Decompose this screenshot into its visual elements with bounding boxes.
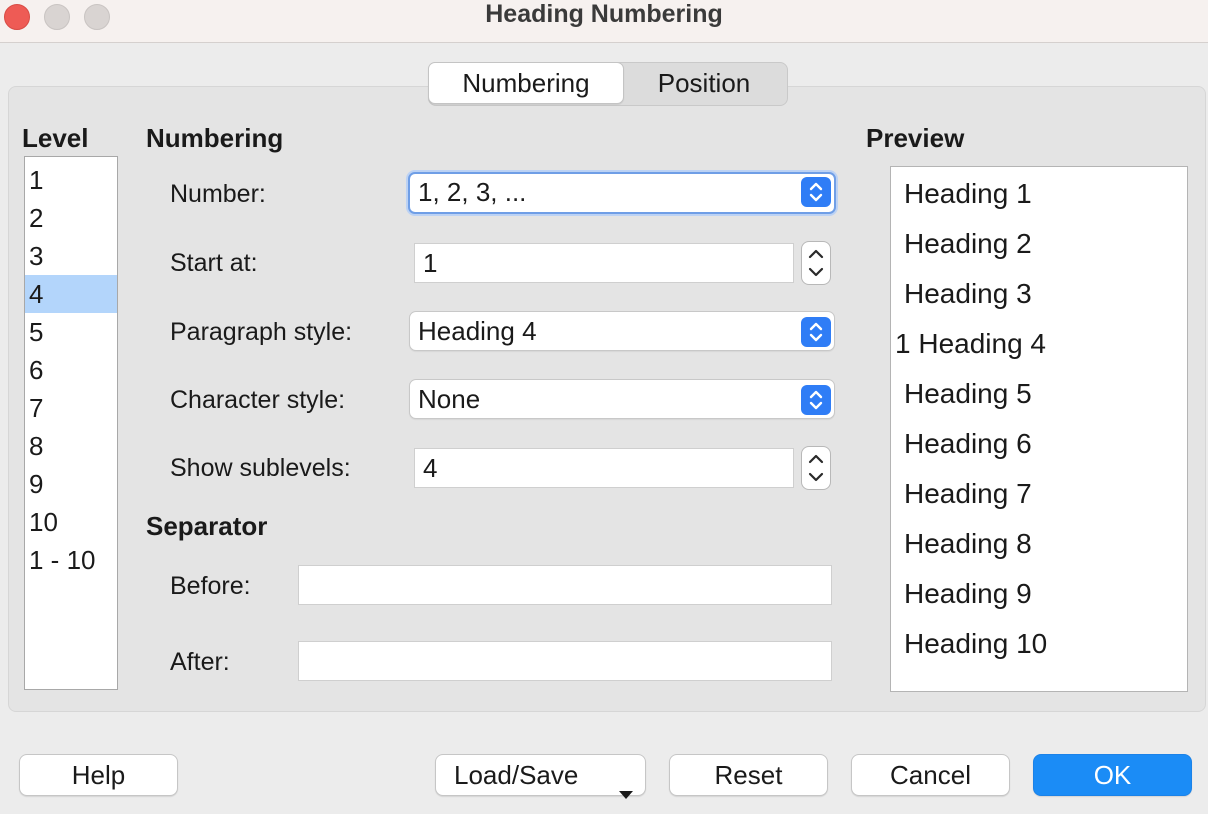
number-select[interactable]: 1, 2, 3, ... <box>408 172 836 214</box>
level-item-2[interactable]: 2 <box>25 199 117 237</box>
number-select-value: 1, 2, 3, ... <box>418 177 527 207</box>
level-item-4[interactable]: 4 <box>25 275 117 313</box>
preview-item: 1 Heading 4 <box>895 328 1047 359</box>
preview-item: Heading 10 <box>904 628 1048 659</box>
after-input[interactable] <box>298 641 832 681</box>
paragraph-style-label: Paragraph style: <box>170 318 353 346</box>
level-item-all[interactable]: 1 - 10 <box>25 541 117 579</box>
tab-position[interactable]: Position <box>624 63 784 105</box>
level-item-9[interactable]: 9 <box>25 465 117 503</box>
preview-item: Heading 9 <box>904 578 1032 609</box>
number-label: Number: <box>170 180 266 208</box>
level-item-7[interactable]: 7 <box>25 389 117 427</box>
tab-numbering[interactable]: Numbering <box>428 62 624 104</box>
level-item-1[interactable]: 1 <box>25 161 117 199</box>
ok-button[interactable]: OK <box>1033 754 1192 796</box>
numbering-heading: Numbering <box>146 123 284 153</box>
preview-item: Heading 5 <box>904 378 1032 409</box>
level-item-8[interactable]: 8 <box>25 427 117 465</box>
level-item-10[interactable]: 10 <box>25 503 117 541</box>
tab-bar: Numbering Position <box>428 62 788 106</box>
load-save-button[interactable]: Load/Save <box>435 754 646 799</box>
paragraph-style-value: Heading 4 <box>418 316 537 346</box>
before-input[interactable] <box>298 565 832 605</box>
level-item-5[interactable]: 5 <box>25 313 117 351</box>
show-sublevels-label: Show sublevels: <box>170 454 351 482</box>
before-label: Before: <box>170 572 251 600</box>
start-at-stepper[interactable] <box>801 241 831 285</box>
reset-button[interactable]: Reset <box>669 754 828 796</box>
level-heading: Level <box>22 123 89 153</box>
level-item-3[interactable]: 3 <box>25 237 117 275</box>
character-style-select[interactable]: None <box>409 379 835 419</box>
updown-chevron-icon <box>801 317 831 347</box>
start-at-label: Start at: <box>170 249 258 277</box>
level-list[interactable]: 1 2 3 4 5 6 7 8 9 10 1 - 10 <box>24 156 118 690</box>
preview-item: Heading 3 <box>904 278 1032 309</box>
after-label: After: <box>170 648 230 676</box>
preview-item: Heading 7 <box>904 478 1032 509</box>
preview-item: Heading 8 <box>904 528 1032 559</box>
preview-item: Heading 2 <box>904 228 1032 259</box>
separator-heading: Separator <box>146 511 268 541</box>
updown-chevron-icon <box>801 385 831 415</box>
title-bar: Heading Numbering <box>0 0 1208 43</box>
show-sublevels-stepper[interactable] <box>801 446 831 490</box>
level-item-6[interactable]: 6 <box>25 351 117 389</box>
character-style-label: Character style: <box>170 386 346 414</box>
show-sublevels-input[interactable]: 4 <box>414 448 794 488</box>
preview-item: Heading 6 <box>904 428 1032 459</box>
start-at-input[interactable]: 1 <box>414 243 794 283</box>
preview-heading: Preview <box>866 123 965 153</box>
character-style-value: None <box>418 384 481 414</box>
dropdown-arrow-icon <box>619 771 633 811</box>
help-button[interactable]: Help <box>19 754 178 796</box>
paragraph-style-select[interactable]: Heading 4 <box>409 311 835 351</box>
preview-item: Heading 1 <box>904 178 1032 209</box>
updown-chevron-icon <box>801 177 831 207</box>
preview-box: Heading 1 Heading 2 Heading 3 1 Heading … <box>890 166 1188 692</box>
window-title: Heading Numbering <box>485 0 723 28</box>
load-save-label: Load/Save <box>454 760 579 790</box>
cancel-button[interactable]: Cancel <box>851 754 1010 796</box>
